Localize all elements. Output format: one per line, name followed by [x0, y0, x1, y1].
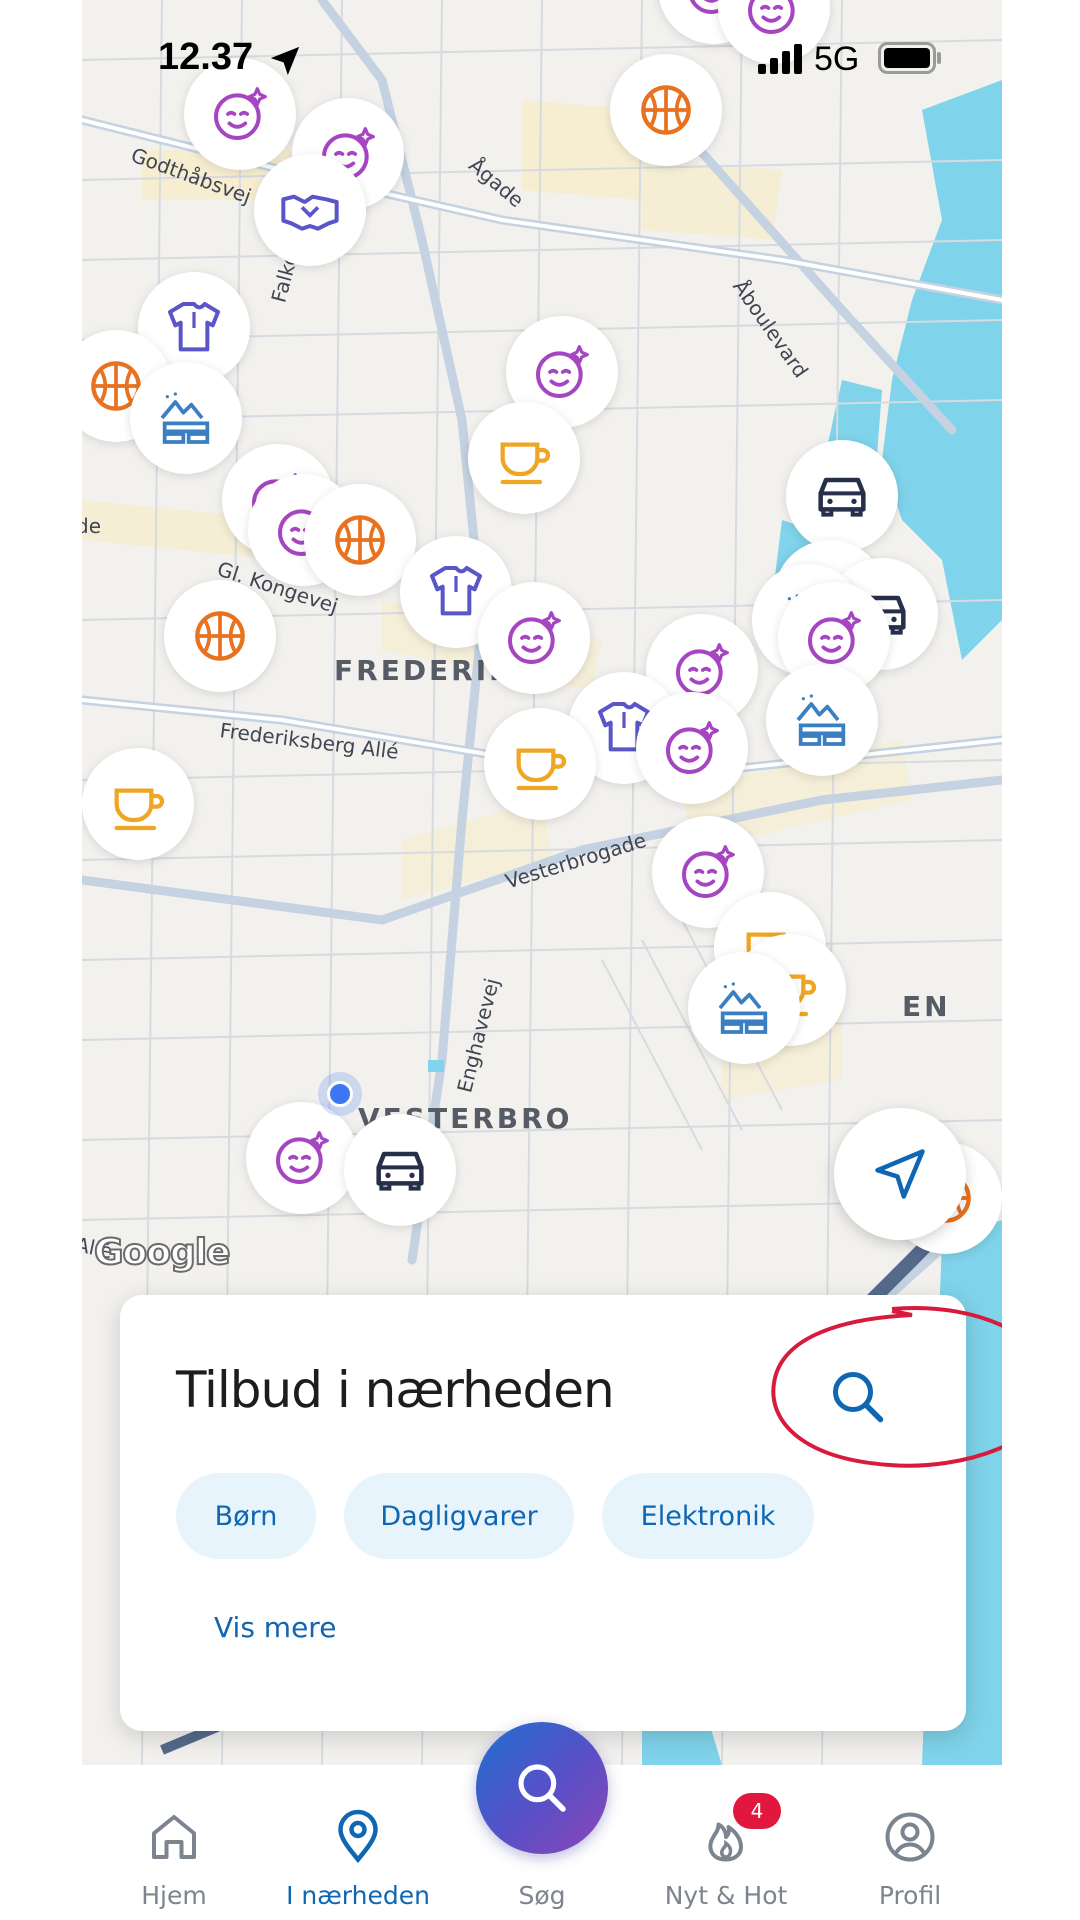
nav-label-search: Søg [518, 1881, 566, 1910]
shirt-icon [168, 302, 220, 352]
offers-nearby-card: Tilbud i nærheden Børn Dagligvarer Elekt… [120, 1295, 1002, 1731]
beauty-icon [536, 345, 589, 398]
map-marker-car[interactable] [344, 1114, 456, 1226]
shirt-icon [430, 566, 482, 616]
status-time: 12.37 [158, 36, 254, 78]
nav-label-new-hot: Nyt & Hot [664, 1881, 788, 1910]
location-pin-icon [338, 1809, 378, 1864]
cup-icon [500, 442, 551, 485]
map-marker-travel[interactable] [688, 952, 800, 1064]
card-title: Tilbud i nærheden [176, 1361, 615, 1419]
map-marker-beauty[interactable] [246, 1102, 358, 1214]
travel-icon [796, 694, 846, 746]
beauty-icon [276, 1131, 329, 1184]
basketball-icon [195, 611, 245, 661]
nav-item-nearby[interactable]: I nærheden [266, 1765, 450, 1920]
status-bar: 12.37 5G [82, 0, 1002, 110]
car-icon [376, 1151, 424, 1191]
basketball-icon [335, 515, 385, 565]
chip-dagligvarer[interactable]: Dagligvarer [344, 1473, 574, 1559]
map-marker-travel[interactable] [766, 664, 878, 776]
nav-item-home[interactable]: Hjem [82, 1765, 266, 1920]
battery-icon [878, 42, 941, 74]
travel-icon [160, 392, 210, 444]
nav-item-profile[interactable]: Profil [818, 1765, 1002, 1920]
map-marker-handshake[interactable] [254, 154, 366, 266]
screen: Godthåbsvej Ågade Åboulevard Falkoner Gl… [82, 0, 1002, 1920]
google-attribution: Google [93, 1231, 232, 1274]
map-marker-car[interactable] [786, 440, 898, 552]
map-marker-beauty[interactable] [636, 692, 748, 804]
location-arrow-icon [270, 46, 300, 76]
map-marker-basketball[interactable] [304, 484, 416, 596]
beauty-icon [808, 611, 861, 664]
street-label-de: de [82, 514, 101, 538]
handshake-icon [281, 194, 339, 231]
chip-elektronik[interactable]: Elektronik [602, 1473, 814, 1559]
chip-boern[interactable]: Børn [176, 1473, 316, 1559]
travel-icon [718, 982, 768, 1034]
map-marker-cup[interactable] [468, 402, 580, 514]
map-marker-beauty[interactable] [478, 582, 590, 694]
district-label-partial-en: EN [902, 990, 951, 1023]
current-location-dot [318, 1072, 362, 1116]
beauty-icon [666, 721, 719, 774]
search-fab-button[interactable] [476, 1722, 608, 1854]
home-icon [152, 1815, 196, 1859]
locate-me-button[interactable] [834, 1108, 966, 1240]
profile-icon [885, 1812, 935, 1862]
highlight-circle-annotation [771, 1306, 1002, 1468]
nav-label-profile: Profil [878, 1881, 942, 1910]
nav-label-home: Hjem [141, 1881, 207, 1910]
network-type: 5G [814, 40, 860, 78]
nav-label-nearby: I nærheden [286, 1881, 430, 1910]
search-icon [518, 1764, 566, 1812]
cup-icon [516, 748, 567, 791]
map-marker-cup[interactable] [82, 748, 194, 860]
notification-badge: 4 [733, 1793, 781, 1829]
beauty-icon [508, 611, 561, 664]
cup-icon [114, 788, 165, 831]
map-marker-travel[interactable] [130, 362, 242, 474]
navigation-arrow-icon [875, 1149, 925, 1199]
show-more-link[interactable]: Vis mere [214, 1611, 336, 1644]
map-marker-basketball[interactable] [164, 580, 276, 692]
beauty-icon [682, 845, 735, 898]
nav-item-new-hot[interactable]: Nyt & Hot [634, 1765, 818, 1920]
signal-icon [758, 44, 802, 74]
car-icon [818, 477, 866, 517]
map-marker-cup[interactable] [484, 708, 596, 820]
